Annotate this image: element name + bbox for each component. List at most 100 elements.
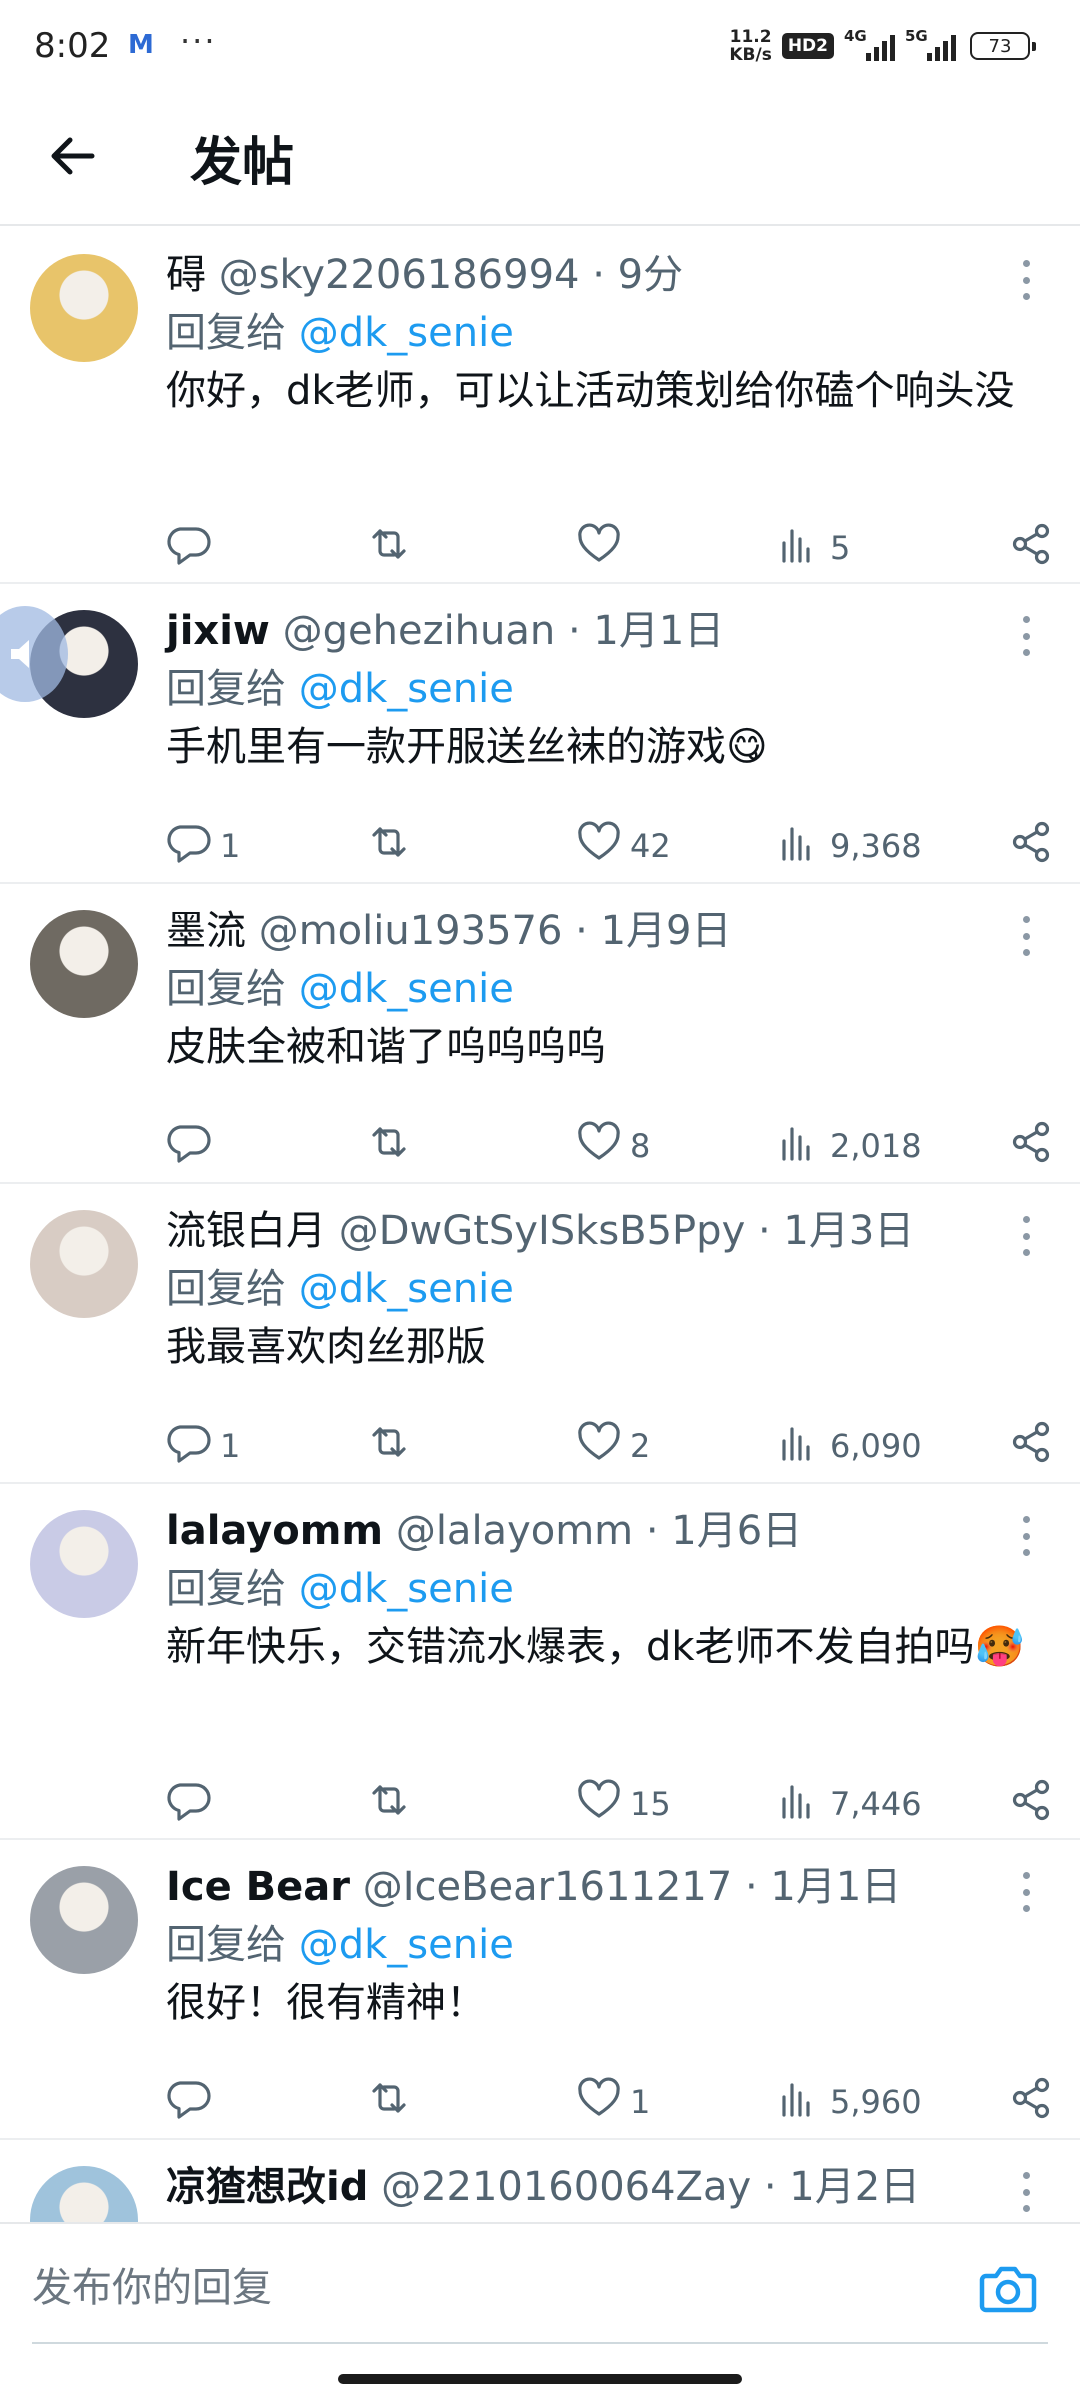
more-options-icon[interactable] <box>1018 916 1034 956</box>
repost-button[interactable] <box>366 518 412 578</box>
avatar[interactable] <box>30 1866 138 1974</box>
more-options-icon[interactable] <box>1018 2172 1034 2212</box>
share-button[interactable] <box>1008 2072 1054 2132</box>
views-button[interactable]: 5,960 <box>776 2072 922 2132</box>
reply-post[interactable]: lalayomm @lalayomm · 1月6日 回复给 @dk_senie 新年… <box>0 1484 1080 1840</box>
avatar[interactable] <box>30 1510 138 1618</box>
reply-post[interactable]: 流银白月 @DwGtSyISksB5Ppy · 1月3日 回复给 @dk_seni… <box>0 1184 1080 1484</box>
post-header: 墨流 @moliu193576 · 1月9日 <box>166 902 1040 960</box>
post-actions: 5 <box>166 518 1054 578</box>
like-button[interactable]: 2 <box>576 1416 650 1476</box>
display-name[interactable]: lalayomm <box>166 1508 383 1554</box>
share-button[interactable] <box>1008 1116 1054 1176</box>
reply-input-underline <box>32 2342 1048 2344</box>
reply-input[interactable]: 发布你的回复 <box>32 2258 932 2318</box>
status-bar: 8:02 M ··· 11.2 KB/s HD2 4G 5G 73 <box>0 0 1080 96</box>
post-header: 碍 @sky2206186994 · 9分 <box>166 246 1040 304</box>
user-handle[interactable]: @moliu193576 <box>259 908 563 954</box>
battery-icon: 73 <box>970 32 1036 60</box>
views-button[interactable]: 9,368 <box>776 816 922 876</box>
views-button[interactable]: 5 <box>776 518 850 578</box>
user-handle[interactable]: @sky2206186994 <box>219 252 580 298</box>
mention-link[interactable]: @dk_senie <box>299 966 514 1012</box>
replying-to-label: 回复给 <box>166 1266 286 1312</box>
user-handle[interactable]: @gehezihuan <box>283 608 556 654</box>
camera-icon[interactable] <box>976 2256 1040 2320</box>
user-handle[interactable]: @lalayomm <box>396 1508 633 1554</box>
back-arrow-icon[interactable] <box>44 126 104 186</box>
repost-button[interactable] <box>366 1774 412 1834</box>
post-time: · 1月6日 <box>645 1508 803 1554</box>
home-indicator[interactable] <box>338 2374 742 2384</box>
views-button[interactable]: 6,090 <box>776 1416 922 1476</box>
likes-count: 1 <box>630 2083 651 2121</box>
reply-post[interactable]: Ice Bear @IceBear1611217 · 1月1日 回复给 @dk_s… <box>0 1840 1080 2140</box>
repost-button[interactable] <box>366 1116 412 1176</box>
replying-to-label: 回复给 <box>166 310 286 356</box>
repost-button[interactable] <box>366 1416 412 1476</box>
display-name[interactable]: 墨流 <box>166 908 246 954</box>
avatar[interactable] <box>30 254 138 362</box>
display-name[interactable]: 碍 <box>166 252 206 298</box>
views-count: 5,960 <box>830 2083 922 2121</box>
post-text: 新年快乐，交错流水爆表，dk老师不发自拍吗🥵 <box>166 1624 1025 1670</box>
repost-button[interactable] <box>366 2072 412 2132</box>
post-body: Ice Bear @IceBear1611217 · 1月1日 回复给 @dk_s… <box>166 1858 1040 2032</box>
share-button[interactable] <box>1008 1416 1054 1476</box>
mention-link[interactable]: @dk_senie <box>299 1266 514 1312</box>
like-button[interactable] <box>576 518 630 578</box>
views-button[interactable]: 7,446 <box>776 1774 922 1834</box>
views-count: 2,018 <box>830 1127 922 1165</box>
views-button[interactable]: 2,018 <box>776 1116 922 1176</box>
user-handle[interactable]: @2210160064Zay <box>381 2164 751 2210</box>
more-options-icon[interactable] <box>1018 1216 1034 1256</box>
mention-link[interactable]: @dk_senie <box>299 310 514 356</box>
mention-link[interactable]: @dk_senie <box>299 1566 514 1612</box>
like-button[interactable]: 8 <box>576 1116 650 1176</box>
display-name[interactable]: 凉猹想改id <box>166 2164 368 2210</box>
status-time: 8:02 <box>34 26 111 66</box>
heart-icon <box>576 521 622 575</box>
top-app-bar: 发帖 <box>0 96 1080 226</box>
likes-count: 42 <box>630 827 671 865</box>
reply-post[interactable]: 凉猹想改id @2210160064Zay · 1月2日 <box>0 2140 1080 2222</box>
status-more-indicator: ··· <box>180 22 217 60</box>
share-button[interactable] <box>1008 1774 1054 1834</box>
reply-post[interactable]: jixiw @gehezihuan · 1月1日 回复给 @dk_senie 手机里… <box>0 584 1080 884</box>
more-options-icon[interactable] <box>1018 260 1034 300</box>
more-options-icon[interactable] <box>1018 616 1034 656</box>
reply-compose-bar: 发布你的回复 <box>0 2222 1080 2352</box>
reply-button[interactable] <box>166 2072 220 2132</box>
post-text: 很好！很有精神！ <box>166 1980 486 2026</box>
reply-list[interactable]: 碍 @sky2206186994 · 9分 回复给 @dk_senie 你好，dk老… <box>0 228 1080 2222</box>
like-button[interactable]: 1 <box>576 2072 650 2132</box>
likes-count: 15 <box>630 1785 671 1823</box>
user-handle[interactable]: @DwGtSyISksB5Ppy <box>339 1208 746 1254</box>
share-button[interactable] <box>1008 518 1054 578</box>
reply-button[interactable]: 1 <box>166 816 240 876</box>
heart-icon <box>576 1119 622 1173</box>
display-name[interactable]: Ice Bear <box>166 1864 350 1910</box>
reply-post[interactable]: 墨流 @moliu193576 · 1月9日 回复给 @dk_senie 皮肤全被和… <box>0 884 1080 1184</box>
reply-button[interactable] <box>166 518 220 578</box>
like-button[interactable]: 15 <box>576 1774 671 1834</box>
avatar[interactable] <box>30 1210 138 1318</box>
more-options-icon[interactable] <box>1018 1872 1034 1912</box>
share-button[interactable] <box>1008 816 1054 876</box>
avatar[interactable] <box>30 910 138 1018</box>
reply-button[interactable] <box>166 1774 220 1834</box>
reply-post[interactable]: 碍 @sky2206186994 · 9分 回复给 @dk_senie 你好，dk老… <box>0 228 1080 584</box>
like-button[interactable]: 42 <box>576 816 671 876</box>
avatar[interactable] <box>30 2166 138 2222</box>
reply-button[interactable]: 1 <box>166 1416 240 1476</box>
display-name[interactable]: jixiw <box>166 608 270 654</box>
repost-button[interactable] <box>366 816 412 876</box>
post-text: 皮肤全被和谐了呜呜呜呜 <box>166 1024 606 1070</box>
mention-link[interactable]: @dk_senie <box>299 1922 514 1968</box>
display-name[interactable]: 流银白月 <box>166 1208 326 1254</box>
user-handle[interactable]: @IceBear1611217 <box>363 1864 733 1910</box>
more-options-icon[interactable] <box>1018 1516 1034 1556</box>
mention-link[interactable]: @dk_senie <box>299 666 514 712</box>
reply-button[interactable] <box>166 1116 220 1176</box>
repost-icon <box>366 1419 412 1473</box>
